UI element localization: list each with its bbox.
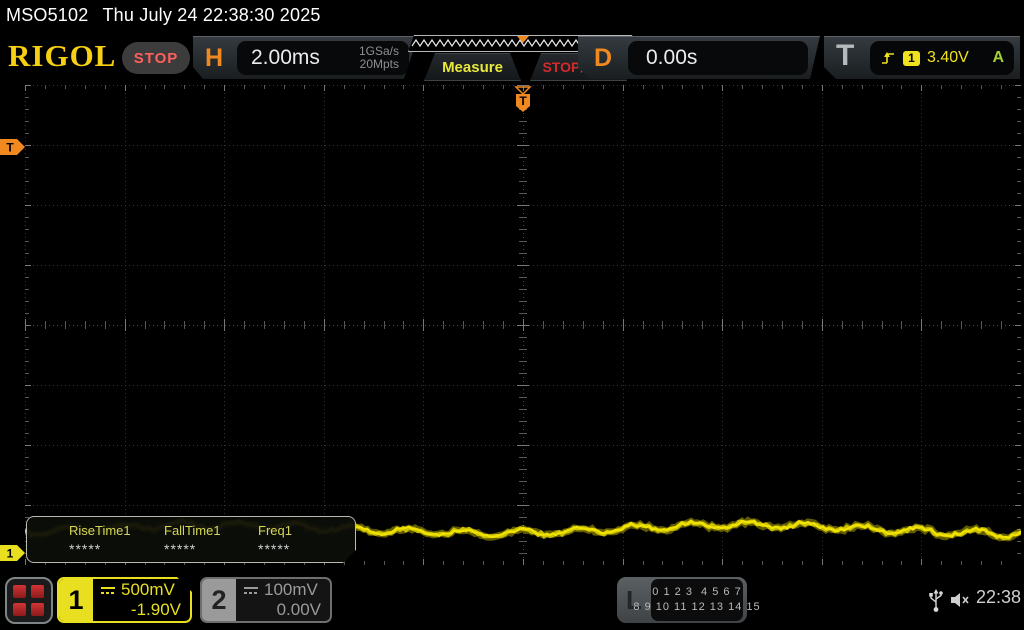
timebase-value: 2.00ms: [251, 46, 320, 69]
measure-label: Measure: [442, 58, 503, 76]
dc-coupling-icon: [100, 586, 116, 595]
measurement-freq: Freq1 *****: [258, 523, 292, 557]
sample-rate: 1GSa/s 20Mpts: [359, 45, 399, 71]
status-bar: MSO5102 Thu July 24 22:38:30 2025: [6, 5, 321, 26]
dc-coupling-icon: [244, 586, 258, 594]
measurement-value: *****: [69, 541, 102, 557]
trigger-label: T: [836, 39, 855, 72]
logic-channels-button[interactable]: L 0 1 2 3 4 5 6 7 8 9 10 11 12 13 14 15: [617, 577, 760, 623]
channel1-ref-number: 1: [7, 547, 14, 561]
speaker-muted-icon[interactable]: [950, 591, 972, 609]
usb-icon: [928, 588, 944, 614]
trigger-source-badge: 1: [903, 51, 920, 66]
model-name: MSO5102: [6, 5, 89, 25]
trigger-position-marker[interactable]: T: [514, 86, 532, 113]
measure-button[interactable]: Measure: [424, 53, 521, 81]
channel1-offset: -1.90V: [130, 600, 181, 619]
measurement-name: FallTime1: [164, 523, 221, 538]
channel2-number: 2: [202, 579, 236, 621]
channel2-button[interactable]: 2 100mV 0.00V: [200, 577, 332, 623]
measurement-name: Freq1: [258, 523, 292, 538]
logic-row1: 0 1 2 3 4 5 6 7: [652, 586, 742, 598]
measurement-risetime: RiseTime1 *****: [69, 523, 131, 557]
measurement-value: *****: [164, 541, 197, 557]
menu-grid-button[interactable]: [5, 577, 53, 624]
logic-channel-list: 0 1 2 3 4 5 6 7 8 9 10 11 12 13 14 15: [633, 579, 760, 621]
datetime: Thu July 24 22:38:30 2025: [102, 5, 321, 25]
horizontal-panel[interactable]: H 2.00ms 1GSa/s 20Mpts: [193, 36, 418, 79]
graticule: [25, 85, 1021, 565]
trigger-level-marker[interactable]: T: [0, 137, 26, 157]
trigger-box[interactable]: 1 3.40V A: [870, 41, 1014, 75]
rigol-logo: RIGOL: [8, 38, 117, 73]
trigger-level-value: 3.40V: [927, 49, 969, 66]
delay-panel[interactable]: D 0.00s: [578, 36, 820, 79]
horizontal-label: H: [205, 44, 224, 72]
channel1-number: 1: [59, 579, 93, 621]
timebase-box[interactable]: 2.00ms 1GSa/s 20Mpts: [237, 41, 409, 75]
clock: 22:38: [976, 587, 1022, 607]
channel1-button[interactable]: 1 500mV -1.90V: [57, 577, 192, 623]
sample-rate-value: 1GSa/s: [358, 44, 399, 58]
channel1-scale: 500mV: [121, 580, 175, 599]
trigger-level-letter: T: [6, 140, 14, 154]
grid-icon: [10, 583, 48, 619]
channel2-scale: 100mV: [264, 580, 318, 599]
measurement-value: *****: [258, 541, 291, 557]
grid: [25, 85, 1021, 565]
channel1-ref-marker[interactable]: 1: [0, 543, 26, 563]
delay-label: D: [594, 44, 613, 72]
logic-row2: 8 9 10 11 12 13 14 15: [633, 601, 761, 613]
delay-box[interactable]: 0.00s: [628, 41, 808, 75]
trigger-mode: A: [992, 49, 1004, 66]
rising-edge-icon: [880, 50, 896, 66]
measurement-name: RiseTime1: [69, 523, 131, 538]
channel2-offset: 0.00V: [276, 600, 321, 619]
run-state-label: STOP: [133, 49, 179, 67]
measurement-overlay[interactable]: RiseTime1 ***** FallTime1 ***** Freq1 **…: [26, 516, 356, 563]
run-state-indicator[interactable]: STOP: [122, 42, 190, 74]
trigger-position-letter: T: [519, 94, 527, 108]
delay-value: 0.00s: [646, 46, 698, 69]
measurement-falltime: FallTime1 *****: [164, 523, 221, 557]
memory-depth-value: 20Mpts: [359, 57, 399, 71]
trigger-panel[interactable]: T 1 3.40V A: [824, 36, 1020, 79]
